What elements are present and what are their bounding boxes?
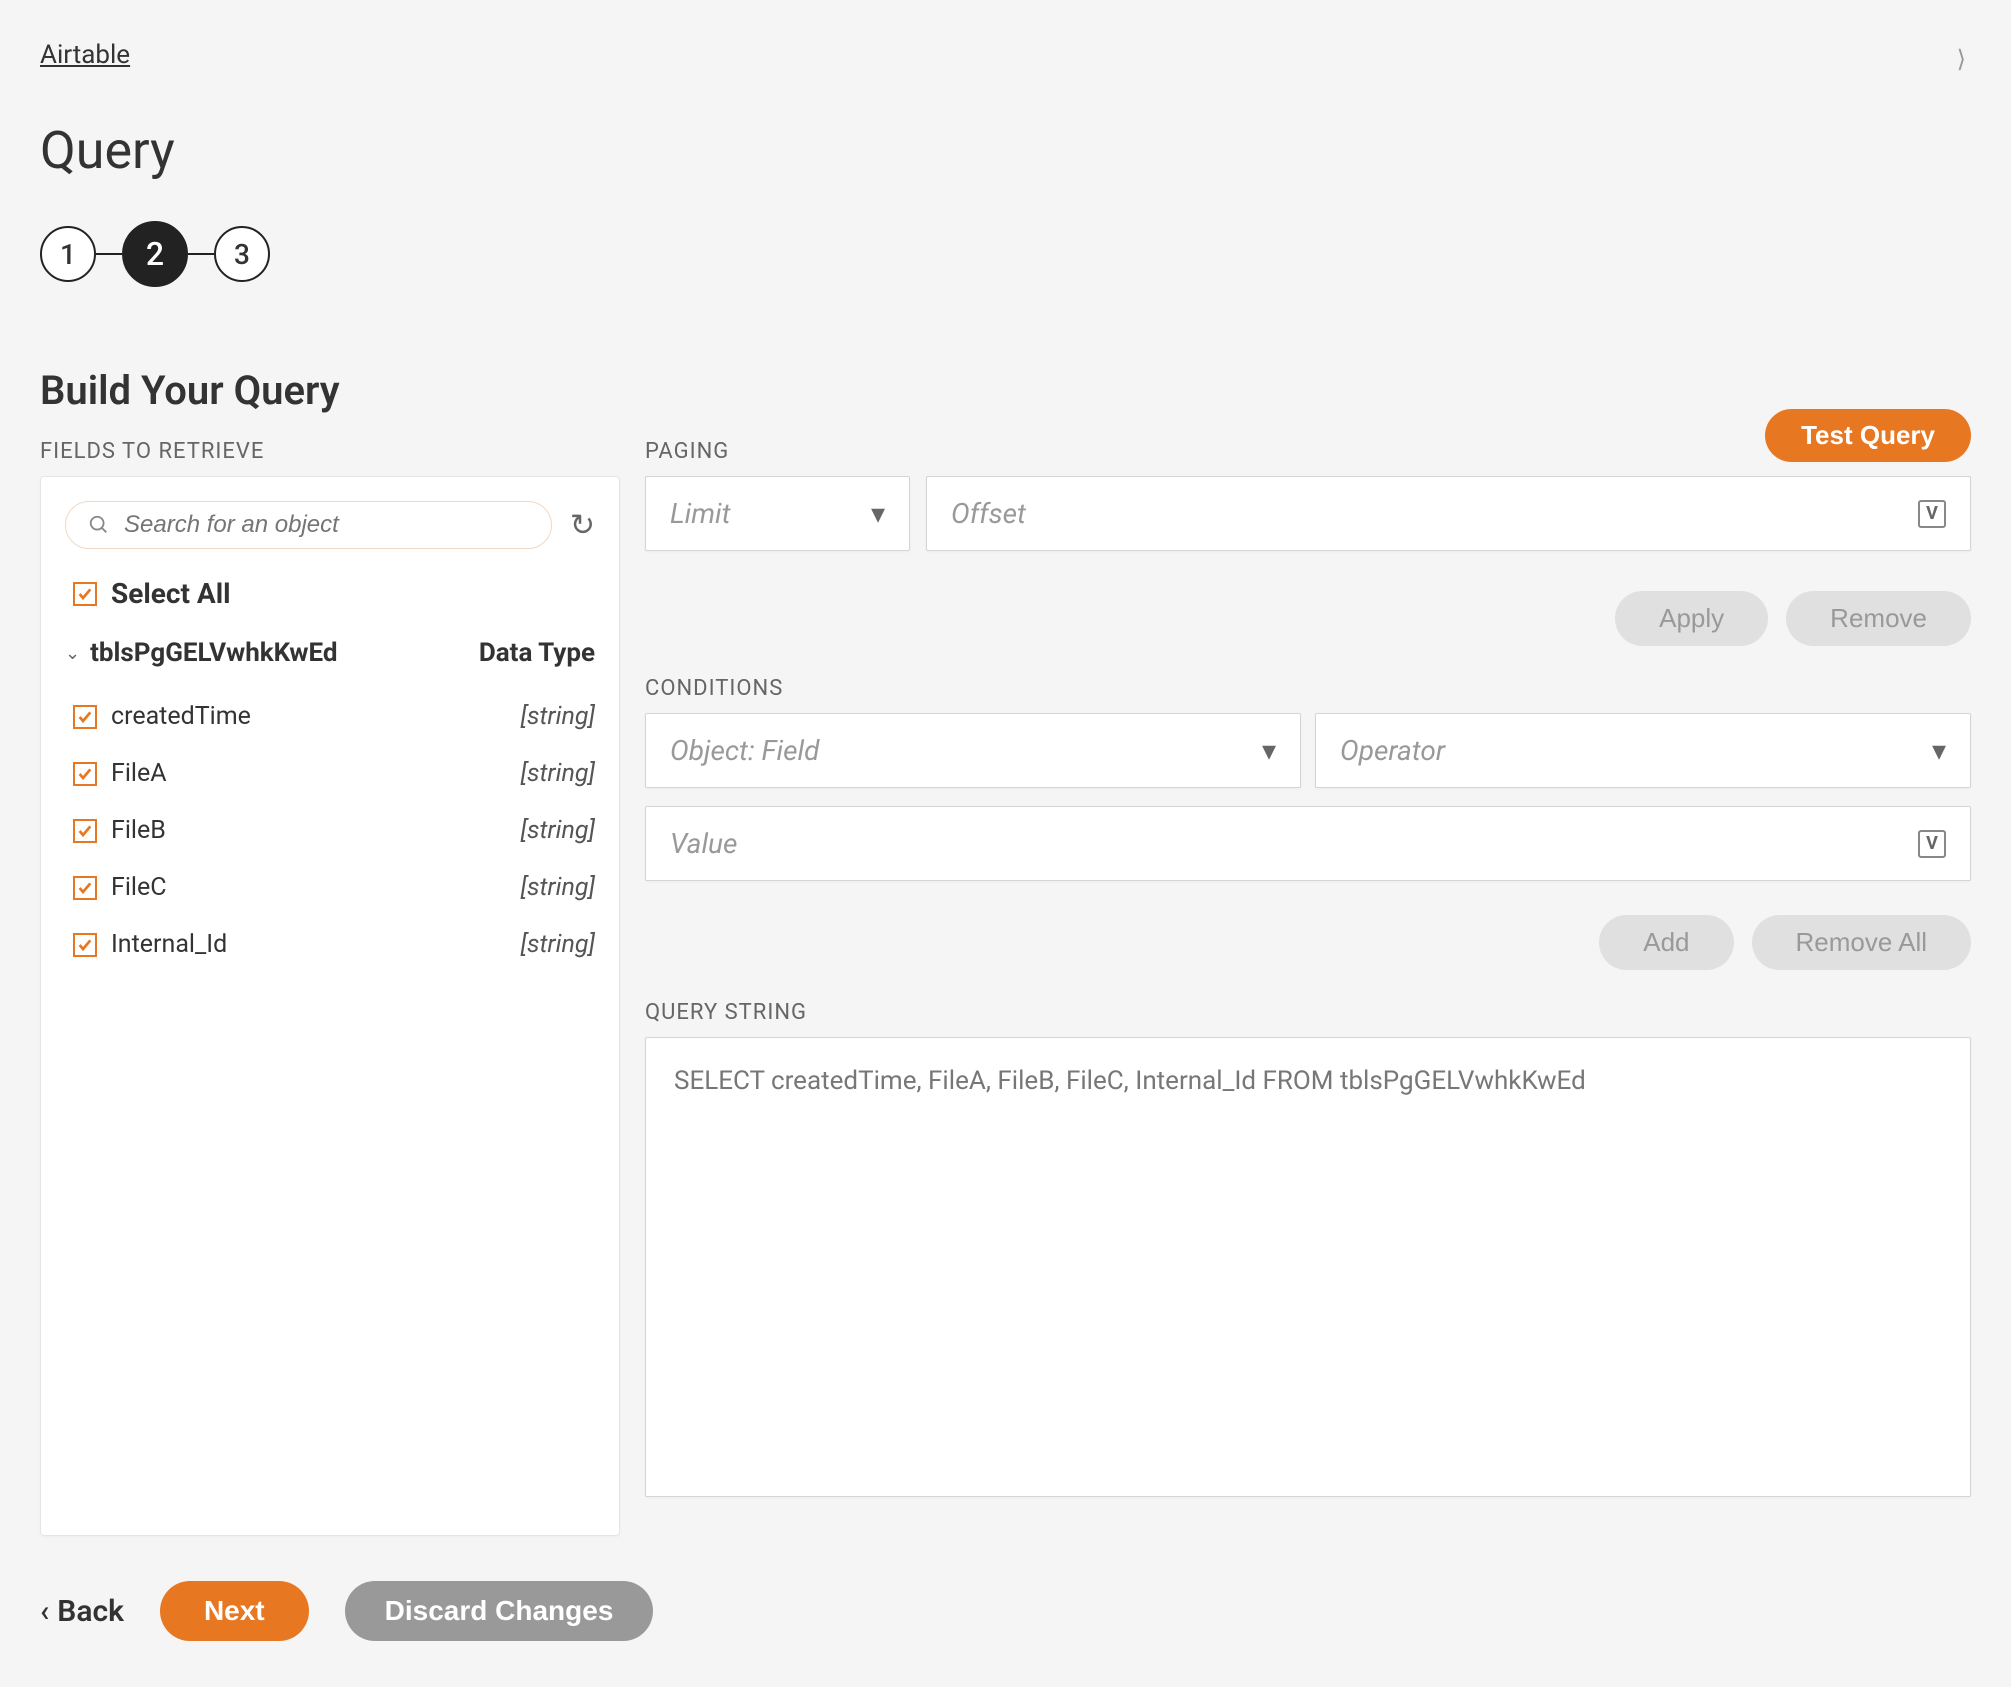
- value-input[interactable]: Value V: [645, 806, 1971, 881]
- field-row: FileC [string]: [65, 859, 595, 916]
- discard-changes-button[interactable]: Discard Changes: [345, 1581, 654, 1641]
- limit-placeholder: Limit: [670, 497, 731, 530]
- test-query-button[interactable]: Test Query: [1765, 409, 1971, 462]
- field-row: createdTime [string]: [65, 688, 595, 745]
- fields-box: ↻ Select All ⌄ tblsPgGELVwhkKwEd Data Ty…: [40, 476, 620, 1536]
- step-1[interactable]: 1: [40, 226, 96, 282]
- field-name: FileC: [111, 873, 167, 902]
- back-button[interactable]: ‹ Back: [40, 1594, 124, 1629]
- offset-input[interactable]: Offset V: [926, 476, 1971, 551]
- conditions-label: CONDITIONS: [645, 676, 1971, 701]
- data-type-header: Data Type: [479, 638, 595, 668]
- field-checkbox[interactable]: [73, 876, 97, 900]
- limit-select[interactable]: Limit ▾: [645, 476, 910, 551]
- query-string-textarea[interactable]: [645, 1037, 1971, 1497]
- field-row: FileB [string]: [65, 802, 595, 859]
- offset-placeholder: Offset: [951, 497, 1026, 530]
- chevron-left-icon: ‹: [40, 1594, 49, 1629]
- field-name: Internal_Id: [111, 930, 227, 959]
- next-button[interactable]: Next: [160, 1581, 309, 1641]
- step-line: [96, 253, 122, 255]
- operator-placeholder: Operator: [1340, 734, 1445, 767]
- search-box[interactable]: [65, 501, 552, 549]
- variable-icon[interactable]: V: [1918, 830, 1946, 858]
- table-name: tblsPgGELVwhkKwEd: [90, 638, 337, 668]
- variable-icon[interactable]: V: [1918, 500, 1946, 528]
- search-icon: [88, 514, 110, 536]
- remove-button[interactable]: Remove: [1786, 591, 1971, 646]
- field-name: FileA: [111, 759, 167, 788]
- field-row: Internal_Id [string]: [65, 916, 595, 973]
- close-icon[interactable]: ⟩: [1957, 45, 1966, 73]
- field-type: [string]: [521, 816, 595, 845]
- refresh-icon[interactable]: ↻: [570, 508, 595, 543]
- field-checkbox[interactable]: [73, 705, 97, 729]
- chevron-down-icon: ▾: [1932, 734, 1946, 767]
- object-field-placeholder: Object: Field: [670, 734, 819, 767]
- search-input[interactable]: [124, 511, 529, 539]
- operator-select[interactable]: Operator ▾: [1315, 713, 1971, 788]
- stepper: 1 2 3: [40, 221, 1971, 287]
- field-type: [string]: [521, 702, 595, 731]
- query-string-label: QUERY STRING: [645, 1000, 1971, 1025]
- field-name: createdTime: [111, 702, 251, 731]
- field-checkbox[interactable]: [73, 762, 97, 786]
- add-button[interactable]: Add: [1599, 915, 1733, 970]
- field-row: FileA [string]: [65, 745, 595, 802]
- step-3[interactable]: 3: [214, 226, 270, 282]
- field-checkbox[interactable]: [73, 933, 97, 957]
- remove-all-button[interactable]: Remove All: [1752, 915, 1972, 970]
- fields-label: FIELDS TO RETRIEVE: [40, 439, 620, 464]
- select-all-label: Select All: [111, 577, 231, 610]
- back-label: Back: [57, 1594, 124, 1629]
- field-type: [string]: [521, 873, 595, 902]
- apply-button[interactable]: Apply: [1615, 591, 1768, 646]
- section-title: Build Your Query: [40, 367, 1971, 414]
- chevron-down-icon: ▾: [871, 497, 885, 530]
- object-field-select[interactable]: Object: Field ▾: [645, 713, 1301, 788]
- field-type: [string]: [521, 759, 595, 788]
- select-all-checkbox[interactable]: [73, 582, 97, 606]
- chevron-down-icon[interactable]: ⌄: [65, 643, 80, 664]
- step-line: [188, 253, 214, 255]
- breadcrumb[interactable]: Airtable: [40, 40, 130, 70]
- step-2[interactable]: 2: [122, 221, 188, 287]
- page-title: Query: [40, 120, 1971, 181]
- field-type: [string]: [521, 930, 595, 959]
- value-placeholder: Value: [670, 827, 737, 860]
- chevron-down-icon: ▾: [1262, 734, 1276, 767]
- field-name: FileB: [111, 816, 166, 845]
- field-checkbox[interactable]: [73, 819, 97, 843]
